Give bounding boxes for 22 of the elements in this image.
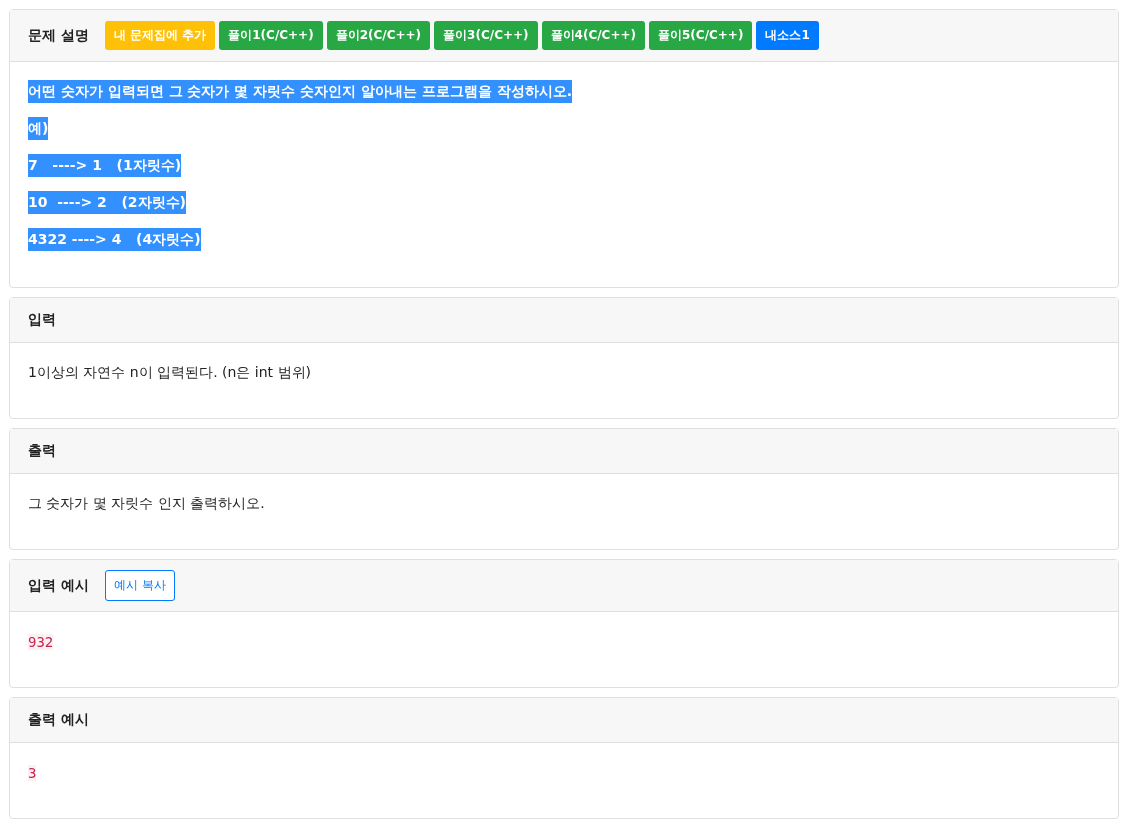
action-button[interactable]: 풀이5(C/C++) <box>649 21 753 50</box>
section-title: 출력 <box>28 442 56 460</box>
section-title: 입력 <box>28 311 56 329</box>
description-text: 예) <box>28 117 49 140</box>
description-text: 4322 ----> 4 (4자릿수) <box>28 228 201 251</box>
section-title: 문제 설명 <box>28 26 89 45</box>
action-button[interactable]: 내 문제집에 추가 <box>104 21 216 50</box>
copy-button[interactable]: 예시 복사 <box>104 570 175 601</box>
action-button[interactable]: 내소스1 <box>756 21 819 50</box>
action-button[interactable]: 풀이1(C/C++) <box>219 21 323 50</box>
sample-text: 932 <box>28 634 54 650</box>
sample-text: 3 <box>28 765 37 781</box>
action-button[interactable]: 풀이4(C/C++) <box>541 21 645 50</box>
action-button[interactable]: 풀이3(C/C++) <box>434 21 538 50</box>
description-text: 10 ----> 2 (2자릿수) <box>28 191 186 214</box>
section-title: 입력 예시 <box>28 576 89 595</box>
description-text: 7 ----> 1 (1자릿수) <box>28 154 182 177</box>
section-title: 출력 예시 <box>28 711 89 729</box>
description-text: 그 숫자가 몇 자릿수 인지 출력하시오. <box>28 494 265 513</box>
description-text: 어떤 숫자가 입력되면 그 숫자가 몇 자릿수 숫자인지 알아내는 프로그램을 작성하시오. <box>28 80 573 103</box>
description-text: 1이상의 자연수 n이 입력된다. (n은 int 범위) <box>28 363 311 382</box>
action-button[interactable]: 풀이2(C/C++) <box>326 21 431 50</box>
